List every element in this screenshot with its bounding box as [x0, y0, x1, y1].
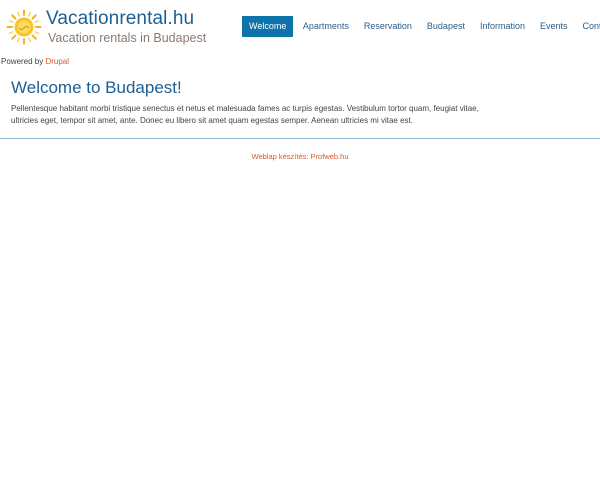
- main-nav: Welcome Apartments Reservation Budapest …: [242, 16, 600, 37]
- powered-by: Powered by Drupal: [1, 57, 69, 66]
- nav-item-contact[interactable]: Contact: [575, 16, 600, 37]
- powered-by-prefix: Powered by: [1, 57, 46, 66]
- page-title: Welcome to Budapest!: [11, 78, 182, 97]
- nav-item-information[interactable]: Information: [472, 16, 532, 37]
- body-text: Pellentesque habitant morbi tristique se…: [11, 104, 479, 125]
- site-slogan: Vacation rentals in Budapest: [48, 31, 207, 45]
- nav-item-apartments[interactable]: Apartments: [295, 16, 356, 37]
- nav-item-reservation[interactable]: Reservation: [356, 16, 419, 37]
- footer-credit-link[interactable]: Weblap készítés: Profweb.hu: [252, 152, 349, 161]
- nav-item-budapest[interactable]: Budapest: [419, 16, 472, 37]
- site-footer: Weblap készítés: Profweb.hu: [0, 152, 600, 161]
- drupal-link[interactable]: Drupal: [45, 57, 69, 66]
- sun-icon[interactable]: [6, 9, 42, 45]
- site-header: Vacationrental.hu Vacation rentals in Bu…: [0, 0, 600, 56]
- site-name-link[interactable]: Vacationrental.hu: [46, 8, 194, 30]
- nav-item-welcome[interactable]: Welcome: [242, 16, 294, 37]
- content-divider: [0, 138, 600, 139]
- nav-item-events[interactable]: Events: [532, 16, 575, 37]
